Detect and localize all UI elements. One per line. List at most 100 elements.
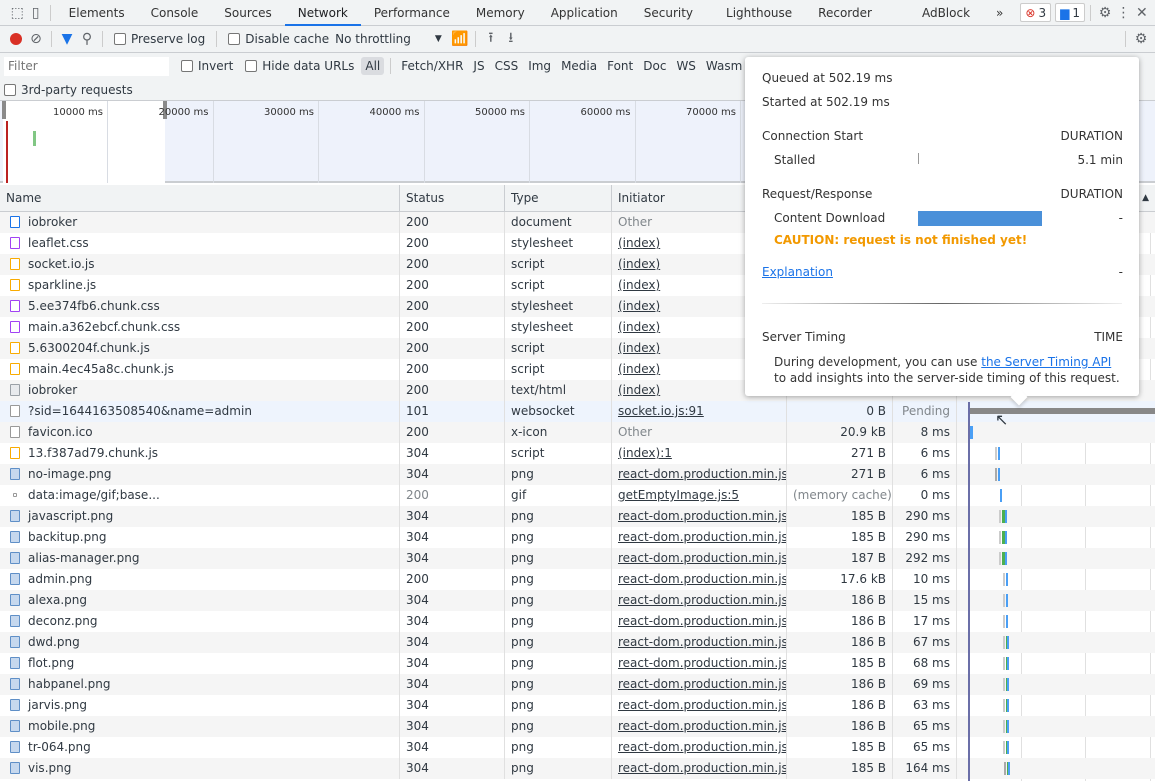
request-name: leaflet.css — [0, 233, 400, 254]
table-row[interactable]: vis.png 304 png react-dom.production.min… — [0, 758, 1155, 779]
filter-type-wasm[interactable]: Wasm — [702, 57, 746, 75]
initiator-link[interactable]: (index):1 — [618, 446, 672, 460]
initiator-link[interactable]: react-dom.production.min.js:23 — [618, 614, 786, 628]
tab-performance[interactable]: Performance — [361, 0, 463, 26]
image-file-icon — [10, 531, 20, 543]
filter-type-js[interactable]: JS — [469, 57, 488, 75]
tab-security[interactable]: Security — [631, 0, 706, 26]
preserve-log-checkbox[interactable]: Preserve log — [114, 32, 205, 46]
initiator-link[interactable]: react-dom.production.min.js:23 — [618, 530, 786, 544]
initiator-link[interactable]: (index) — [618, 320, 660, 334]
filter-input[interactable] — [4, 56, 169, 76]
filter-type-ws[interactable]: WS — [672, 57, 699, 75]
table-row[interactable]: 13.f387ad79.chunk.js 304 script (index):… — [0, 443, 1155, 464]
throttling-select[interactable]: No throttling ▼ — [335, 32, 442, 46]
initiator-link[interactable]: react-dom.production.min.js:23 — [618, 551, 786, 565]
filter-type-img[interactable]: Img — [524, 57, 555, 75]
table-row[interactable]: backitup.png 304 png react-dom.productio… — [0, 527, 1155, 548]
tab-console[interactable]: Console — [138, 0, 212, 26]
initiator-link[interactable]: (index) — [618, 278, 660, 292]
table-row[interactable]: mobile.png 304 png react-dom.production.… — [0, 716, 1155, 737]
initiator-link[interactable]: react-dom.production.min.js:23 — [618, 509, 786, 523]
filter-icon[interactable]: ▼ — [57, 29, 77, 49]
table-row[interactable]: tr-064.png 304 png react-dom.production.… — [0, 737, 1155, 758]
tab-application[interactable]: Application — [538, 0, 631, 26]
hide-data-urls-checkbox[interactable]: Hide data URLs — [245, 59, 354, 73]
request-waterfall — [957, 548, 1155, 569]
initiator-link[interactable]: (index) — [618, 341, 660, 355]
network-conditions-icon[interactable]: 📶 — [450, 29, 470, 49]
initiator-link[interactable]: (index) — [618, 362, 660, 376]
table-row[interactable]: habpanel.png 304 png react-dom.productio… — [0, 674, 1155, 695]
request-type: script — [505, 443, 612, 464]
initiator-link[interactable]: react-dom.production.min.js:23 — [618, 677, 786, 691]
table-row[interactable]: favicon.ico 200 x-icon Other 20.9 kB 8 m… — [0, 422, 1155, 443]
more-options-icon[interactable]: ⋮ — [1114, 3, 1132, 23]
clear-icon[interactable]: ⊘ — [26, 29, 46, 49]
initiator-link[interactable]: socket.io.js:91 — [618, 404, 704, 418]
table-row[interactable]: deconz.png 304 png react-dom.production.… — [0, 611, 1155, 632]
initiator-link[interactable]: react-dom.production.min.js:23 — [618, 740, 786, 754]
initiator-link[interactable]: (index) — [618, 257, 660, 271]
filter-type-doc[interactable]: Doc — [639, 57, 670, 75]
filter-type-all[interactable]: All — [361, 57, 385, 75]
tab-memory[interactable]: Memory — [463, 0, 538, 26]
tab-sources[interactable]: Sources — [211, 0, 284, 26]
errors-badge[interactable]: ⊗ 3 — [1020, 3, 1052, 22]
third-party-checkbox[interactable]: 3rd-party requests — [4, 83, 133, 97]
tab-recorder[interactable]: Recorder — [805, 0, 902, 26]
server-timing-api-link[interactable]: the Server Timing API — [981, 355, 1111, 369]
invert-checkbox[interactable]: Invert — [181, 59, 233, 73]
table-row[interactable]: javascript.png 304 png react-dom.product… — [0, 506, 1155, 527]
explanation-link[interactable]: Explanation — [762, 265, 833, 279]
inspect-element-icon[interactable]: ⬚ — [8, 3, 26, 23]
table-row[interactable]: ?sid=1644163508540&name=admin 101 websoc… — [0, 401, 1155, 422]
close-icon[interactable]: ✕ — [1133, 3, 1151, 23]
import-har-icon[interactable]: ⭱ — [481, 29, 501, 49]
column-header-type[interactable]: Type — [505, 185, 612, 211]
initiator-link[interactable]: (index) — [618, 236, 660, 250]
initiator-link[interactable]: react-dom.production.min.js:23 — [618, 719, 786, 733]
initiator-link[interactable]: react-dom.production.min.js:23 — [618, 698, 786, 712]
initiator-link[interactable]: (index) — [618, 299, 660, 313]
initiator-link[interactable]: react-dom.production.min.js:23 — [618, 593, 786, 607]
tab-lighthouse[interactable]: Lighthouse — [706, 0, 805, 26]
table-row[interactable]: alexa.png 304 png react-dom.production.m… — [0, 590, 1155, 611]
initiator-link[interactable]: react-dom.production.min.js:23 — [618, 761, 786, 775]
request-waterfall — [957, 716, 1155, 737]
search-icon[interactable]: ⚲ — [77, 29, 97, 49]
filter-type-media[interactable]: Media — [557, 57, 601, 75]
record-button[interactable] — [6, 29, 26, 49]
request-type: png — [505, 569, 612, 590]
filter-type-font[interactable]: Font — [603, 57, 637, 75]
initiator-link[interactable]: react-dom.production.min.js:23 — [618, 572, 786, 586]
column-header-status[interactable]: Status — [400, 185, 505, 211]
tab-network[interactable]: Network — [284, 0, 361, 26]
table-row[interactable]: admin.png 200 png react-dom.production.m… — [0, 569, 1155, 590]
initiator-link[interactable]: getEmptyImage.js:5 — [618, 488, 739, 502]
network-settings-gear-icon[interactable]: ⚙ — [1131, 29, 1151, 49]
table-row[interactable]: flot.png 304 png react-dom.production.mi… — [0, 653, 1155, 674]
disable-cache-checkbox[interactable]: Disable cache — [228, 32, 329, 46]
more-tabs-button[interactable]: » — [983, 0, 1016, 26]
filter-type-css[interactable]: CSS — [491, 57, 523, 75]
device-toolbar-icon[interactable]: ▯ — [26, 3, 44, 23]
table-row[interactable]: jarvis.png 304 png react-dom.production.… — [0, 695, 1155, 716]
filter-type-fetchxhr[interactable]: Fetch/XHR — [397, 57, 467, 75]
initiator-link[interactable]: (index) — [618, 383, 660, 397]
column-header-name[interactable]: Name — [0, 185, 400, 211]
table-row[interactable]: alias-manager.png 304 png react-dom.prod… — [0, 548, 1155, 569]
tab-elements[interactable]: Elements — [56, 0, 138, 26]
initiator-link[interactable]: react-dom.production.min.js:23 — [618, 635, 786, 649]
request-status: 200 — [400, 359, 505, 380]
overview-left-handle[interactable] — [2, 101, 6, 119]
messages-badge[interactable]: ▆ 1 — [1055, 3, 1085, 22]
initiator-link[interactable]: react-dom.production.min.js:23 — [618, 656, 786, 670]
tab-adblock[interactable]: AdBlock — [902, 0, 983, 26]
export-har-icon[interactable]: ⭳ — [501, 29, 521, 49]
settings-gear-icon[interactable]: ⚙ — [1096, 3, 1114, 23]
initiator-link[interactable]: react-dom.production.min.js:23 — [618, 467, 786, 481]
table-row[interactable]: dwd.png 304 png react-dom.production.min… — [0, 632, 1155, 653]
table-row[interactable]: no-image.png 304 png react-dom.productio… — [0, 464, 1155, 485]
table-row[interactable]: data:image/gif;base... 200 gif getEmptyI… — [0, 485, 1155, 506]
